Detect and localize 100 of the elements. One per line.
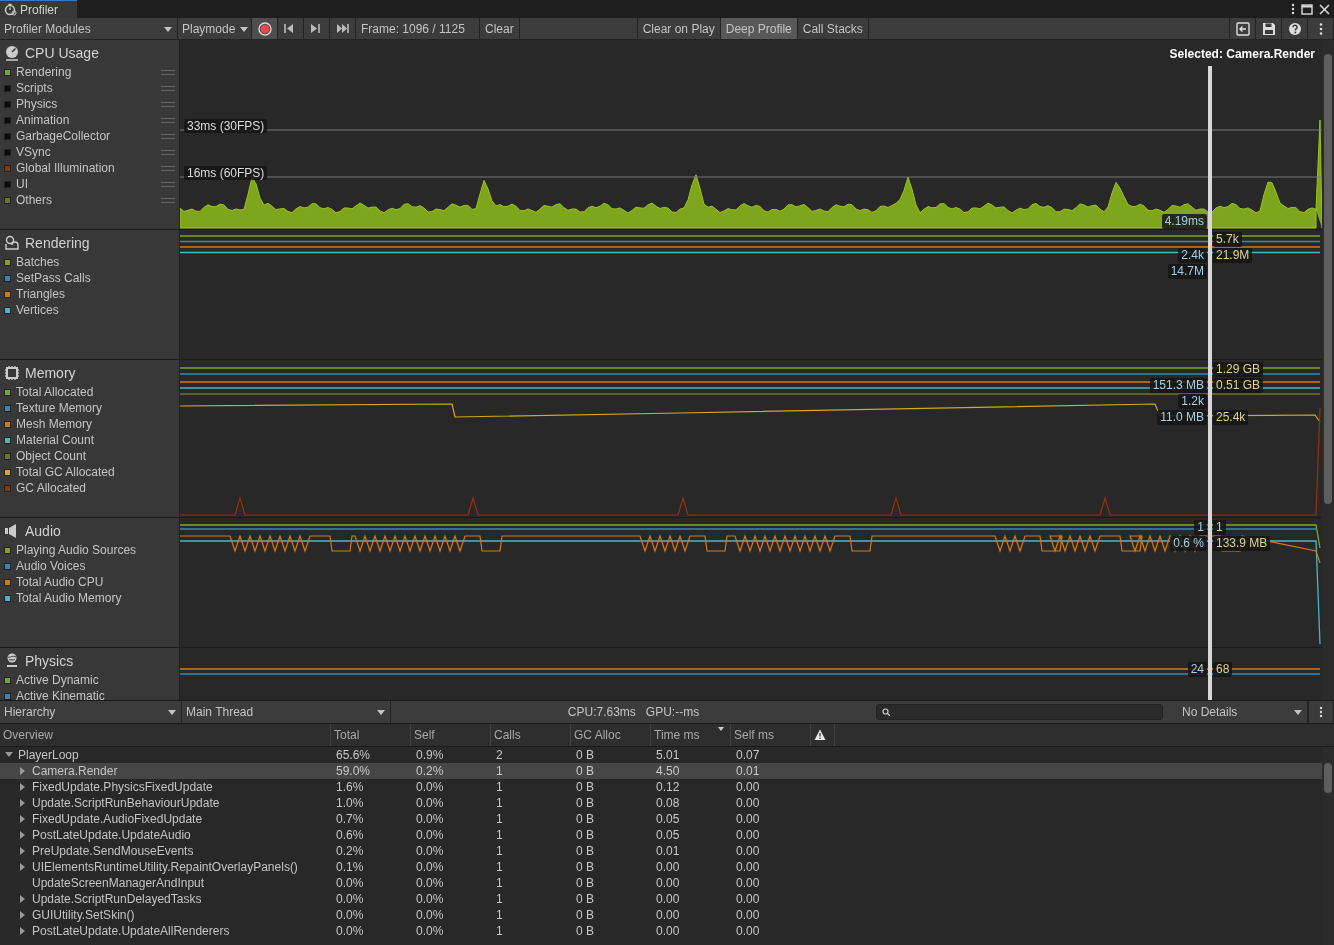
expand-arrow-icon[interactable] <box>19 847 27 855</box>
series-label[interactable]: GarbageCollector <box>16 127 111 145</box>
expand-arrow-icon[interactable] <box>19 767 27 775</box>
tree-row[interactable]: Update.ScriptRunDelayedTasks 0.0% 0.0% 1 0 B 0.00 0.00 <box>0 891 1322 907</box>
column-header[interactable]: Overview <box>0 724 331 746</box>
series-swatch[interactable] <box>4 164 11 172</box>
series-label[interactable]: Playing Audio Sources <box>16 541 137 559</box>
search-field[interactable] <box>876 704 1163 720</box>
series-swatch[interactable] <box>4 594 11 602</box>
collapse-arrow-icon[interactable] <box>5 751 13 759</box>
series-label[interactable]: Active Dynamic <box>16 671 99 689</box>
modules-dropdown[interactable]: Profiler Modules <box>0 18 178 39</box>
more-button[interactable] <box>1308 701 1334 723</box>
expand-arrow-icon[interactable] <box>19 815 27 823</box>
column-header[interactable]: Time ms <box>651 724 731 746</box>
tree-row[interactable]: GUIUtility.SetSkin() 0.0% 0.0% 1 0 B 0.00 0.00 <box>0 907 1322 923</box>
series-swatch[interactable] <box>4 420 11 428</box>
expand-arrow-icon[interactable] <box>19 927 27 935</box>
module-title[interactable]: Memory <box>25 362 76 384</box>
expand-arrow-icon[interactable] <box>19 895 27 903</box>
series-swatch[interactable] <box>4 68 11 76</box>
series-label[interactable]: VSync <box>16 143 51 161</box>
drag-handle[interactable] <box>161 101 175 107</box>
series-swatch[interactable] <box>4 180 11 188</box>
series-swatch[interactable] <box>4 388 11 396</box>
series-label[interactable]: Object Count <box>16 447 87 465</box>
series-swatch[interactable] <box>4 290 11 298</box>
series-swatch[interactable] <box>4 676 11 684</box>
series-label[interactable]: Scripts <box>16 79 53 97</box>
series-label[interactable]: Vertices <box>16 301 59 319</box>
series-swatch[interactable] <box>4 436 11 444</box>
expand-arrow-icon[interactable] <box>19 799 27 807</box>
series-label[interactable]: Texture Memory <box>16 399 103 417</box>
series-label[interactable]: Mesh Memory <box>16 415 92 433</box>
window-tab[interactable]: Profiler <box>0 0 77 18</box>
series-label[interactable]: Others <box>16 191 52 209</box>
tree-row[interactable]: UIElementsRuntimeUtility.RepaintOverlayPanels() 0.1% 0.0% 1 0 B 0.00 0.00 <box>0 859 1322 875</box>
series-label[interactable]: UI <box>16 175 28 193</box>
series-swatch[interactable] <box>4 578 11 586</box>
expand-arrow-icon[interactable] <box>19 831 27 839</box>
expand-arrow-icon[interactable] <box>19 863 27 871</box>
thread-dropdown[interactable]: Main Thread <box>182 701 391 723</box>
tree-row[interactable]: PostLateUpdate.UpdateAllRenderers 0.0% 0.0% 1 0 B 0.00 0.00 <box>0 923 1322 939</box>
record-button[interactable] <box>252 18 278 39</box>
tree-row[interactable]: Update.ScriptRunBehaviourUpdate 1.0% 0.0% 1 0 B 0.08 0.00 <box>0 795 1322 811</box>
series-swatch[interactable] <box>4 100 11 108</box>
series-swatch[interactable] <box>4 546 11 554</box>
series-label[interactable]: Global Illumination <box>16 159 115 177</box>
module-title[interactable]: CPU Usage <box>25 42 99 64</box>
series-swatch[interactable] <box>4 484 11 492</box>
maximize-icon[interactable] <box>1301 3 1313 15</box>
series-swatch[interactable] <box>4 468 11 476</box>
tree-row[interactable]: PreUpdate.SendMouseEvents 0.2% 0.0% 1 0 B 0.01 0.00 <box>0 843 1322 859</box>
series-swatch[interactable] <box>4 274 11 282</box>
series-swatch[interactable] <box>4 196 11 204</box>
series-label[interactable]: Total Allocated <box>16 383 94 401</box>
module-title[interactable]: Audio <box>25 520 61 542</box>
drag-handle[interactable] <box>161 117 175 123</box>
tree-row[interactable]: FixedUpdate.PhysicsFixedUpdate 1.6% 0.0% 1 0 B 0.12 0.00 <box>0 779 1322 795</box>
toolbar-toggle[interactable]: Deep Profile <box>720 18 798 39</box>
series-swatch[interactable] <box>4 132 11 140</box>
series-label[interactable]: SetPass Calls <box>16 269 91 287</box>
column-header[interactable]: Calls <box>491 724 571 746</box>
series-swatch[interactable] <box>4 116 11 124</box>
series-swatch[interactable] <box>4 692 11 700</box>
tree-row[interactable]: Camera.Render 59.0% 0.2% 1 0 B 4.50 0.01 <box>0 763 1322 779</box>
series-swatch[interactable] <box>4 306 11 314</box>
series-label[interactable]: Audio Voices <box>16 557 86 575</box>
module-title[interactable]: Physics <box>25 650 74 672</box>
series-swatch[interactable] <box>4 452 11 460</box>
series-label[interactable]: Batches <box>16 253 60 271</box>
column-header[interactable]: Self ms <box>731 724 811 746</box>
series-label[interactable]: Total Audio Memory <box>16 589 122 607</box>
drag-handle[interactable] <box>161 69 175 75</box>
series-label[interactable]: Total GC Allocated <box>16 463 115 481</box>
expand-arrow-icon[interactable] <box>19 783 27 791</box>
series-label[interactable]: Material Count <box>16 431 95 449</box>
series-label[interactable]: Rendering <box>16 63 72 81</box>
series-label[interactable]: Animation <box>16 111 70 129</box>
tree-row[interactable]: FixedUpdate.AudioFixedUpdate 0.7% 0.0% 1 0 B 0.05 0.00 <box>0 811 1322 827</box>
more-icon[interactable] <box>1291 3 1295 15</box>
drag-handle[interactable] <box>161 181 175 187</box>
tree-row[interactable]: UpdateScreenManagerAndInput 0.0% 0.0% 1 0 B 0.00 0.00 <box>0 875 1322 891</box>
close-icon[interactable] <box>1319 3 1330 15</box>
view-dropdown[interactable]: Hierarchy <box>0 701 182 723</box>
series-label[interactable]: GC Allocated <box>16 479 87 497</box>
drag-handle[interactable] <box>161 197 175 203</box>
expand-arrow-icon[interactable] <box>19 911 27 919</box>
series-label[interactable]: Total Audio CPU <box>16 573 104 591</box>
tree-row[interactable]: PostLateUpdate.UpdateAudio 0.6% 0.0% 1 0 B 0.05 0.00 <box>0 827 1322 843</box>
drag-handle[interactable] <box>161 133 175 139</box>
series-swatch[interactable] <box>4 562 11 570</box>
drag-handle[interactable] <box>161 149 175 155</box>
column-header[interactable]: Total <box>331 724 411 746</box>
column-header[interactable]: GC Alloc <box>571 724 651 746</box>
series-label[interactable]: Active Kinematic <box>16 687 105 700</box>
drag-handle[interactable] <box>161 85 175 91</box>
series-swatch[interactable] <box>4 148 11 156</box>
series-label[interactable]: Triangles <box>16 285 65 303</box>
series-label[interactable]: Physics <box>16 95 58 113</box>
